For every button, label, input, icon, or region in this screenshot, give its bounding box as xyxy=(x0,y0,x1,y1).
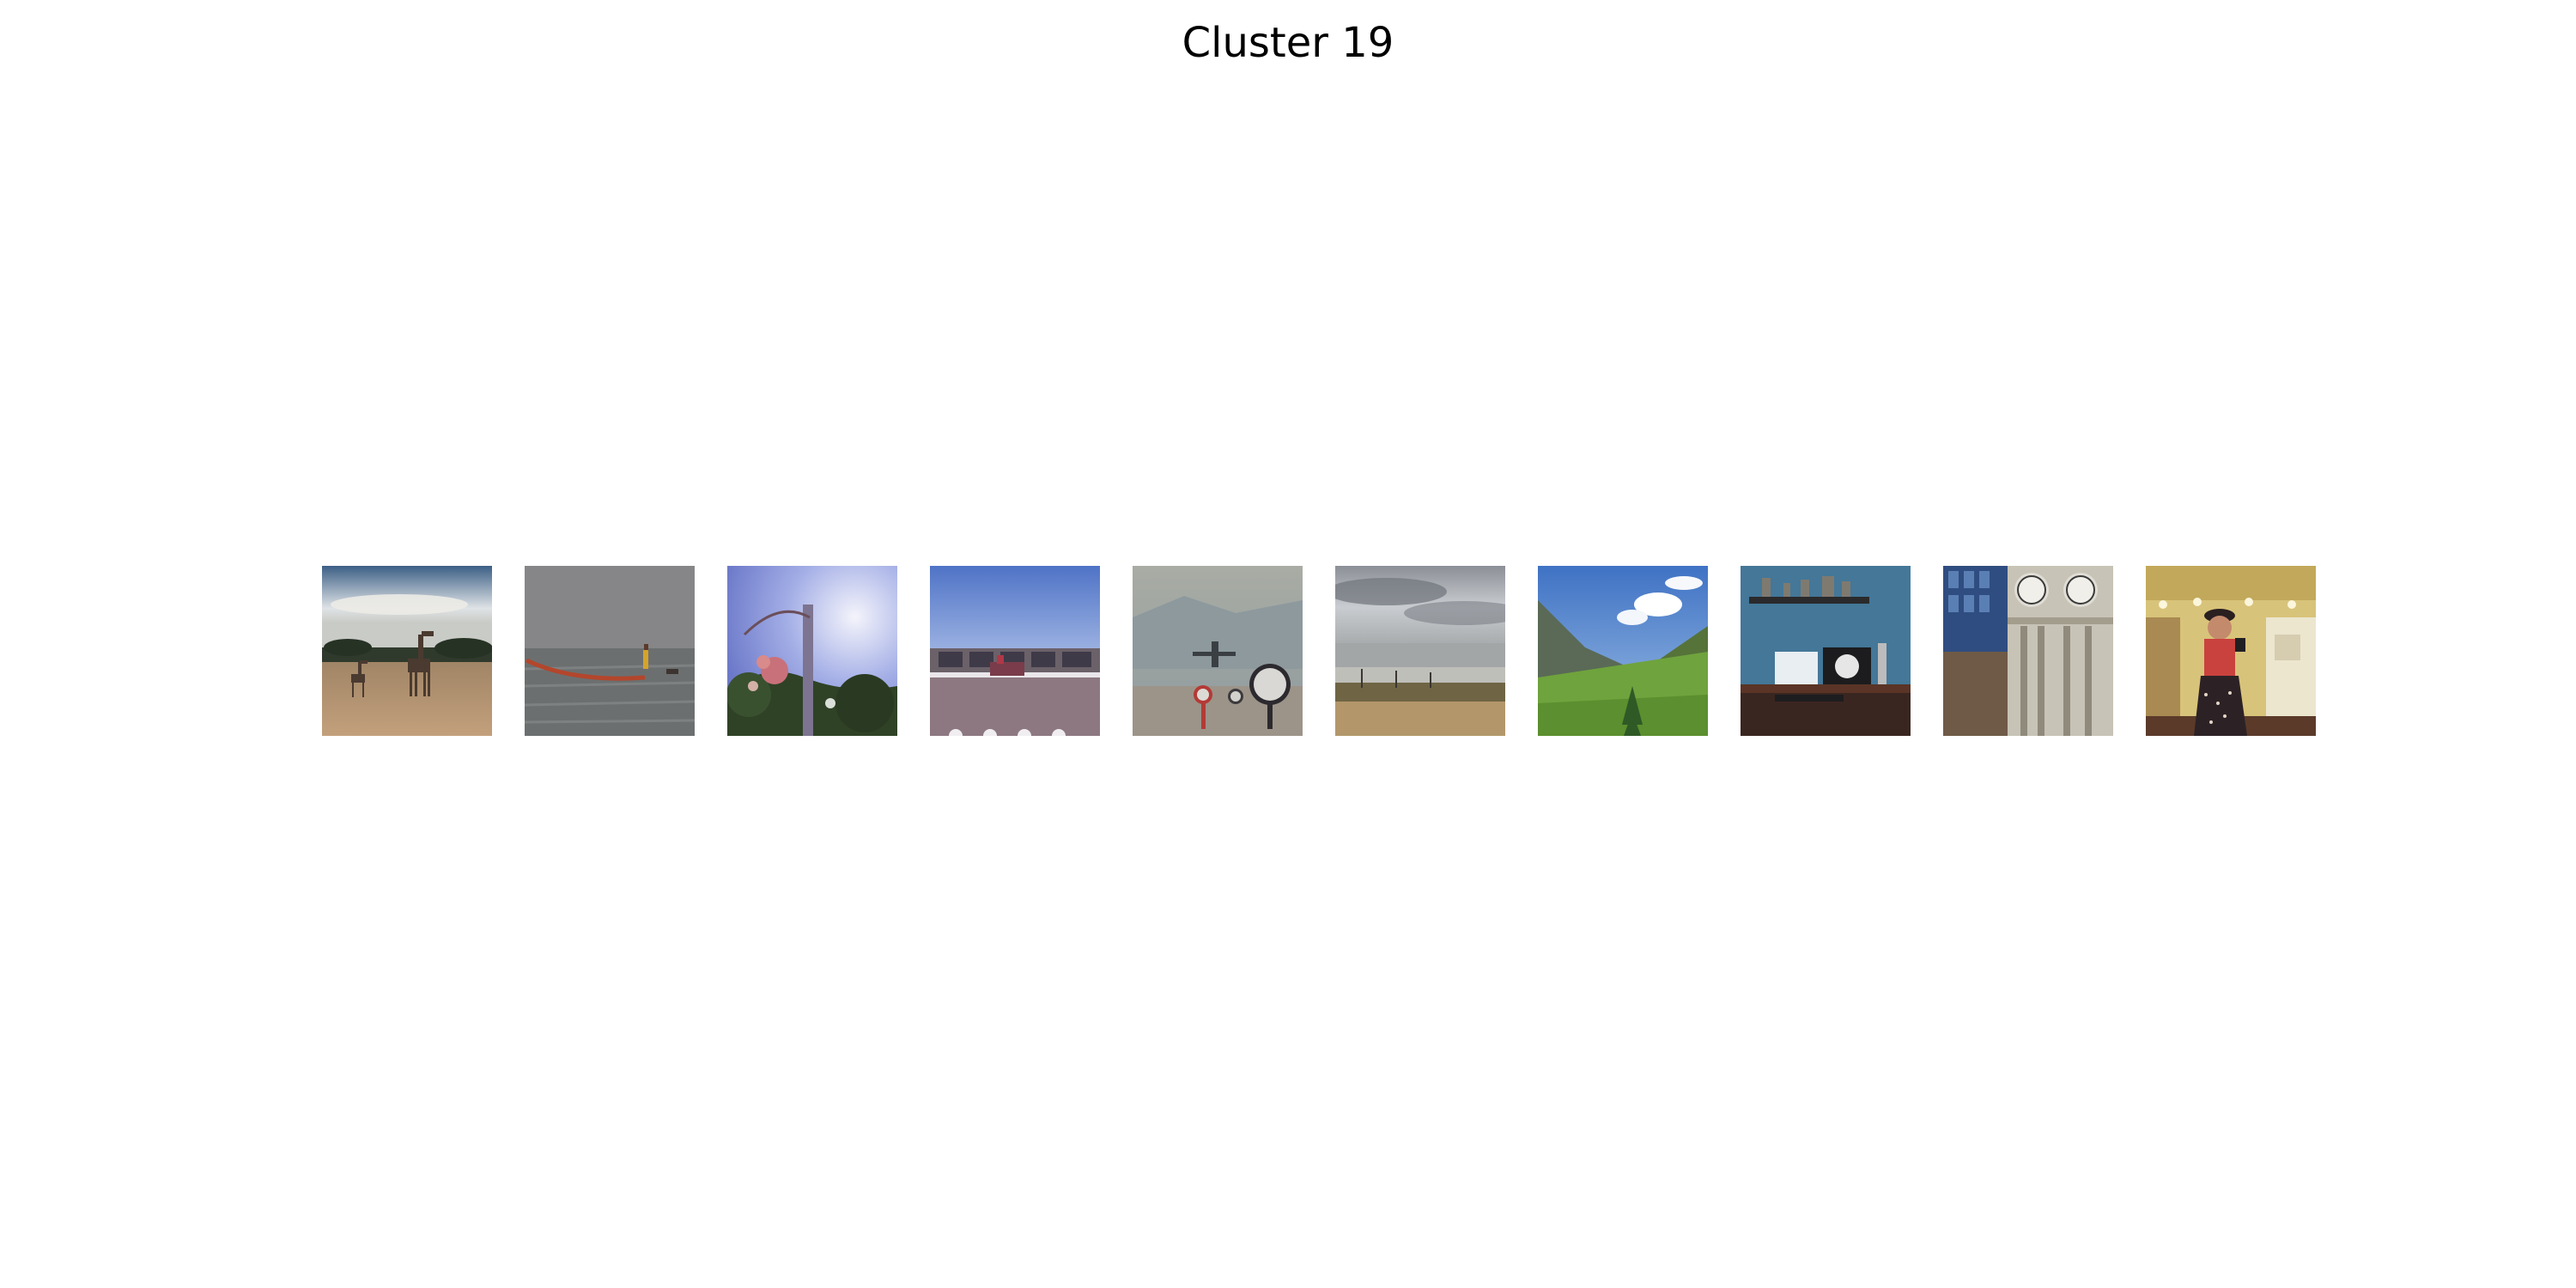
figure-title: Cluster 19 xyxy=(1182,19,1394,67)
beach-fisherman-net-photo xyxy=(525,566,695,736)
thumbnail-vine-pole xyxy=(727,566,897,736)
thumbnail-giraffe-savanna xyxy=(322,566,492,736)
clock-tower-building-photo xyxy=(1943,566,2113,736)
airplane-landing-clocks-photo xyxy=(1133,566,1303,736)
thumbnail-mirror-selfie xyxy=(2146,566,2316,736)
flowering-vine-pole-photo xyxy=(727,566,897,736)
woman-mirror-selfie-photo xyxy=(2146,566,2316,736)
thumbnail-strip xyxy=(322,566,2317,736)
thumbnail-beach-fisherman xyxy=(525,566,695,736)
thumbnail-stormy-beach xyxy=(1335,566,1505,736)
thumbnail-airplane-clocks xyxy=(1133,566,1303,736)
thumbnail-race-track xyxy=(930,566,1100,736)
thumbnail-mountain-valley xyxy=(1538,566,1708,736)
stormy-beach-photo xyxy=(1335,566,1505,736)
giraffe-savanna-photo xyxy=(322,566,492,736)
thumbnail-desk-computer xyxy=(1741,566,1911,736)
thumbnail-clock-tower xyxy=(1943,566,2113,736)
desk-computer-shelf-photo xyxy=(1741,566,1911,736)
horse-race-track-photo xyxy=(930,566,1100,736)
mountain-valley-photo xyxy=(1538,566,1708,736)
